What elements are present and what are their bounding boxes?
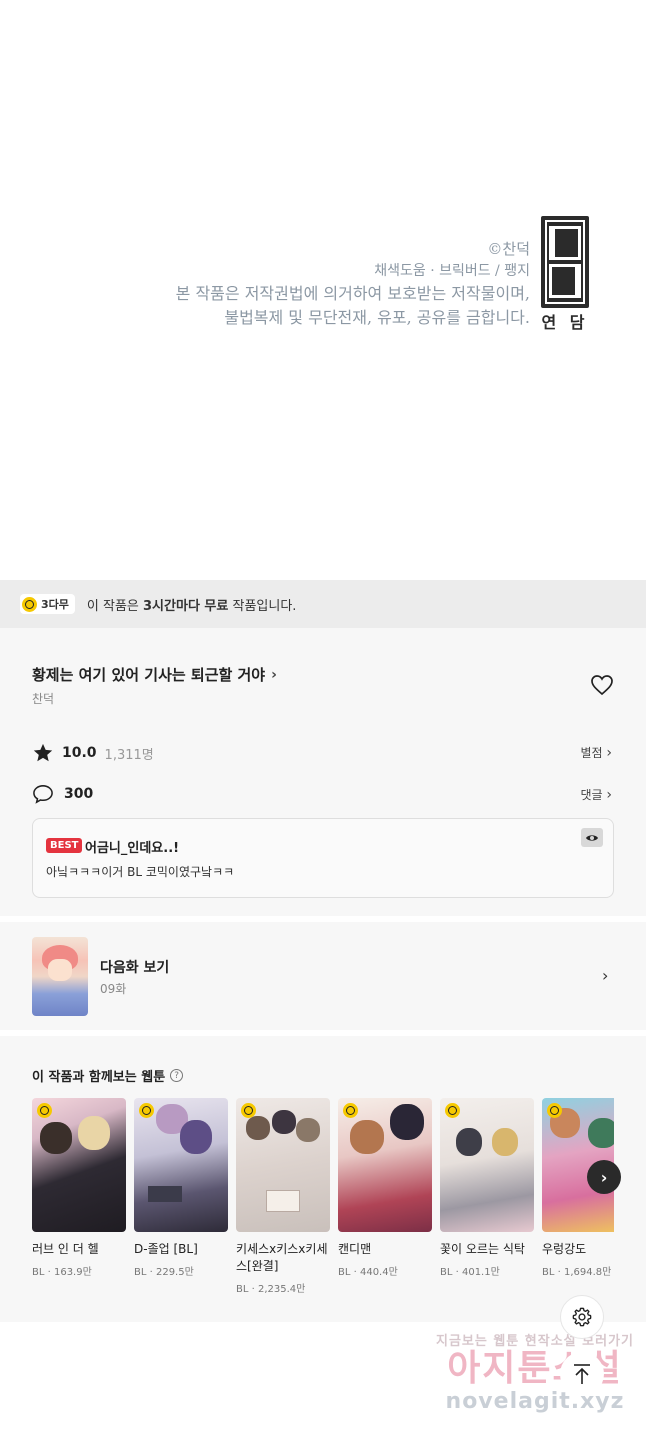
cover-image [32,1098,126,1232]
card-title: 키세스x키스x키세스[완결] [236,1242,328,1273]
card-meta: BL · 1,694.8만 [542,1267,612,1278]
comment-link[interactable]: 댓글 › [580,786,612,803]
cover-image [236,1098,330,1232]
comment-count: 300 [64,786,94,802]
staff-text: 채색도움 · 브릭버드 / 팽지 [374,263,530,279]
cover-image [440,1098,534,1232]
gear-icon [572,1307,592,1327]
rating-count: 1,311명 [104,747,154,763]
heart-icon[interactable] [590,674,614,696]
clock-icon [241,1103,256,1118]
best-badge: BEST [46,838,83,853]
card-meta: BL · 229.5만 [134,1267,194,1278]
work-title: 황제는 여기 있어 기사는 퇴근할 거야 [32,666,266,684]
publisher-seal-logo [541,216,589,308]
chevron-right-icon: › [271,666,277,683]
recommended-webtoons-section: 이 작품과 함께보는 웹툰 ? 러브 인 더 헬 BL · 163.9만 D-졸… [0,1036,646,1322]
rating-link-label: 별점 [580,746,603,760]
watermark-line1: 지금보는 웹툰 현작소설 보러가기 [435,1334,635,1349]
rating-link[interactable]: 별점 › [580,744,612,761]
recommendation-card[interactable]: 키세스x키스x키세스[완결] BL · 2,235.4만 [236,1098,330,1295]
work-title-link[interactable]: 황제는 여기 있어 기사는 퇴근할 거야 › [32,664,277,685]
card-title: 꽃이 오르는 식탁 [440,1242,525,1256]
cover-image [134,1098,228,1232]
work-author: 찬덕 [32,692,55,706]
recommendations-heading: 이 작품과 함께보는 웹툰 ? [32,1066,184,1085]
free-every-3h-banner: 3다무 이 작품은 3시간마다 무료 작품입니다. [0,580,646,628]
recommendation-card[interactable]: 캔디맨 BL · 440.4만 [338,1098,432,1278]
clock-icon [343,1103,358,1118]
comment-row: 300 [32,784,93,804]
next-episode-thumbnail [32,937,88,1016]
rating-row: 10.0 1,311명 [32,742,154,764]
chevron-right-icon: › [600,1167,608,1187]
card-meta: BL · 440.4만 [338,1267,398,1278]
free-banner-prefix: 이 작품은 [86,598,144,614]
card-title: D-졸업 [BL] [134,1242,198,1256]
publisher-label: 연 담 [541,313,589,332]
clock-icon [445,1103,460,1118]
copyright-notice-line1: 본 작품은 저작권법에 의거하여 보호받는 저작물이며, [175,284,530,303]
free-banner-suffix: 작품입니다. [228,598,297,614]
clock-icon [139,1103,154,1118]
card-title: 러브 인 더 헬 [32,1242,99,1256]
arrow-up-icon [574,1364,590,1384]
badge-label: 3다무 [41,598,69,611]
watermark-line2: 아지툰소설 [447,1348,623,1389]
watermark-line3: novelagit.xyz [445,1389,625,1414]
speech-bubble-icon [33,785,53,804]
comment-link-label: 댓글 [580,788,603,802]
next-episode-number: 09화 [100,982,127,996]
best-comment-body: 아닠ㅋㅋㅋ이거 BL 코믹이였구낰ㅋㅋ [46,865,235,879]
help-icon[interactable]: ? [170,1069,184,1082]
recommendation-card[interactable]: D-졸업 [BL] BL · 229.5만 [134,1098,228,1278]
eye-icon[interactable] [581,828,603,847]
best-comment-author: 어금니_인데요..! [85,841,180,856]
recommendation-card[interactable]: 러브 인 더 헬 BL · 163.9만 [32,1098,126,1278]
card-title: 우렁강도 [542,1242,587,1256]
card-meta: BL · 2,235.4만 [236,1284,306,1295]
site-watermark: 지금보는 웹툰 현작소설 보러가기 아지툰소설 novelagit.xyz [430,1330,640,1425]
best-comment-card[interactable]: BEST 어금니_인데요..! 아닠ㅋㅋㅋ이거 BL 코믹이였구낰ㅋㅋ [32,818,614,898]
recommendation-card[interactable]: 꽃이 오르는 식탁 BL · 401.1만 [440,1098,534,1278]
credits-block: ©찬덕 채색도움 · 브릭버드 / 팽지 본 작품은 저작권법에 의거하여 보호… [176,238,530,330]
cover-image [338,1098,432,1232]
free-banner-emphasis: 3시간마다 무료 [143,598,229,614]
rating-score: 10.0 [62,745,97,761]
settings-button[interactable] [560,1295,604,1339]
clock-icon [547,1103,562,1118]
recommendation-carousel: 러브 인 더 헬 BL · 163.9만 D-졸업 [BL] BL · 229.… [32,1098,614,1308]
card-meta: BL · 163.9만 [32,1267,92,1278]
3h-free-badge: 3다무 [20,594,75,614]
comic-panel-credits: ©찬덕 채색도움 · 브릭버드 / 팽지 본 작품은 저작권법에 의거하여 보호… [0,0,646,580]
copyright-text: ©찬덕 [487,240,530,258]
star-icon [33,743,53,762]
chevron-right-icon: › [602,966,609,985]
scroll-to-top-button[interactable] [560,1352,604,1396]
card-title: 캔디맨 [338,1242,372,1256]
next-episode-label: 다음화 보기 [100,960,170,976]
recommendations-title: 이 작품과 함께보는 웹툰 [32,1070,166,1085]
carousel-next-button[interactable]: › [587,1160,621,1194]
chevron-right-icon: › [606,745,612,761]
clock-icon [37,1103,52,1118]
next-episode-row[interactable]: 다음화 보기 09화 › [0,922,646,1030]
work-info-section: 황제는 여기 있어 기사는 퇴근할 거야 › 찬덕 10.0 1,311명 별점… [0,628,646,916]
chevron-right-icon: › [606,787,612,803]
card-meta: BL · 401.1만 [440,1267,500,1278]
clock-icon [22,596,37,612]
copyright-notice-line2: 불법복제 및 무단전재, 유포, 공유를 금합니다. [224,308,530,327]
free-banner-text: 이 작품은 3시간마다 무료 작품입니다. [87,595,297,614]
